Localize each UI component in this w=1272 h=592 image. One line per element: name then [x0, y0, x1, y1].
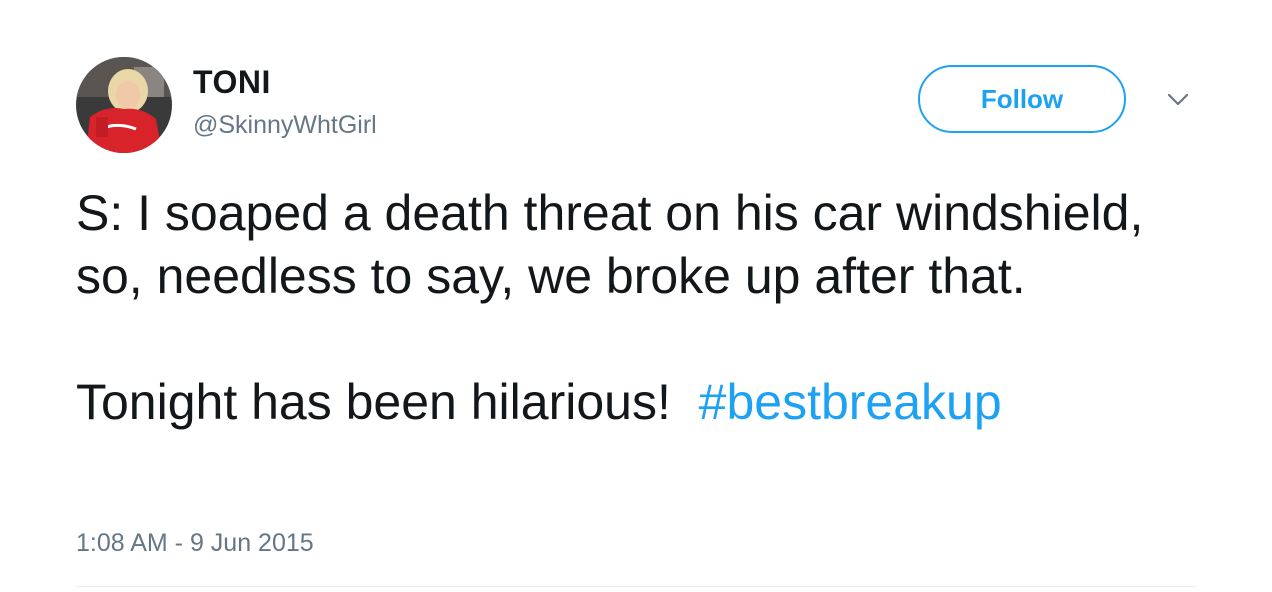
tweet-text: S: I soaped a death threat on his car wi… — [76, 182, 1206, 434]
tweet-paragraph: S: I soaped a death threat on his car wi… — [76, 185, 1144, 304]
display-name[interactable]: TONI — [193, 64, 271, 100]
tweet-paragraph: Tonight has been hilarious! #bestbreakup — [76, 371, 1206, 434]
follow-button[interactable]: Follow — [918, 65, 1126, 133]
tweet-card: TONI @SkinnyWhtGirl Follow S: I soaped a… — [0, 0, 1272, 592]
avatar-image — [76, 57, 172, 153]
divider — [76, 586, 1196, 587]
hashtag-link[interactable]: #bestbreakup — [699, 374, 1002, 430]
user-handle[interactable]: @SkinnyWhtGirl — [193, 110, 377, 140]
tweet-paragraph-text: Tonight has been hilarious! — [76, 374, 671, 430]
chevron-down-icon[interactable] — [1166, 92, 1190, 108]
avatar[interactable] — [76, 57, 172, 153]
tweet-timestamp[interactable]: 1:08 AM - 9 Jun 2015 — [76, 528, 314, 558]
